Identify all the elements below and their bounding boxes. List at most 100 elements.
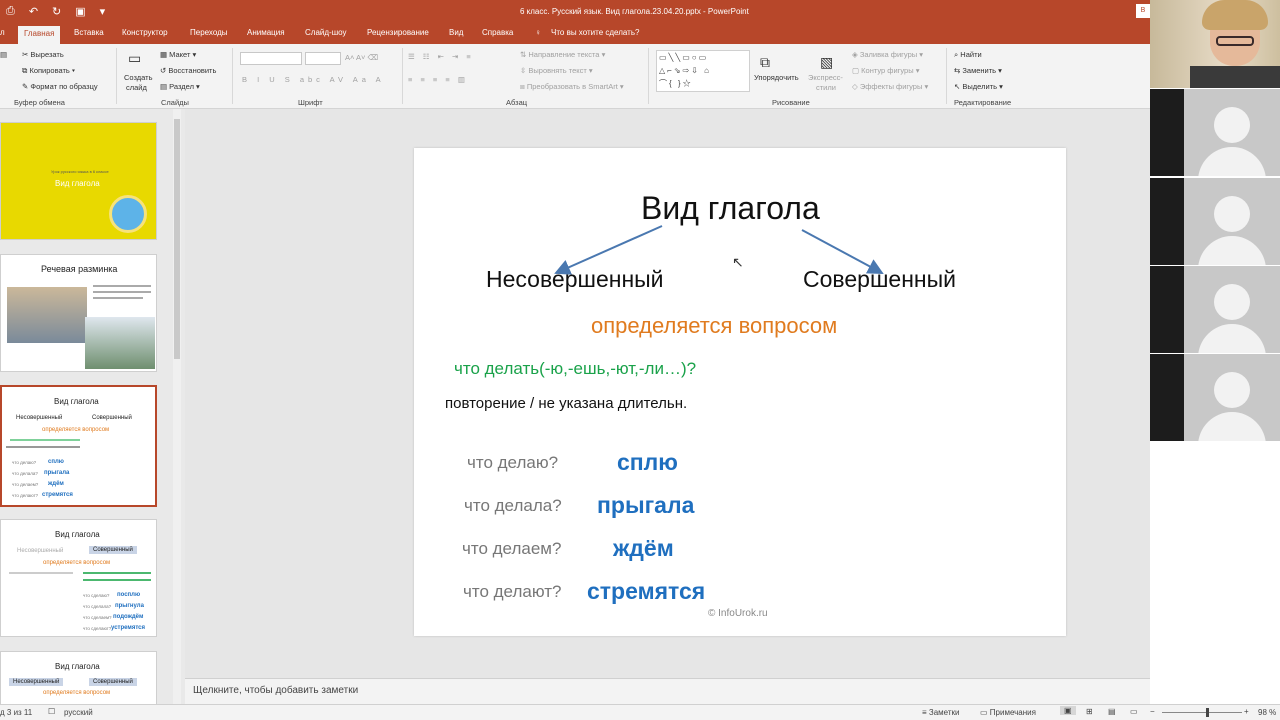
tab-design[interactable]: Конструктор (122, 28, 168, 44)
thumbnail-scroll-thumb[interactable] (174, 119, 180, 359)
green-question[interactable]: что делать(-ю,-ешь,-ют,-ли…)? (454, 359, 696, 379)
slide-thumbnail-3[interactable]: Вид глагола Несовершенный Совершенный оп… (0, 385, 157, 507)
thumb-question: что делают? (12, 493, 39, 498)
font-size-controls[interactable]: A˄ A˅ ⌫ (345, 53, 378, 62)
arrange-button[interactable]: Упорядочить (754, 73, 799, 82)
tab-transitions[interactable]: Переходы (190, 28, 228, 44)
text-direction-button[interactable]: ⇅ Направление текста ▾ (520, 50, 605, 59)
arrange-icon[interactable]: ⧉ (760, 54, 770, 71)
presenter-video (1150, 0, 1280, 88)
section-button[interactable]: ▤ Раздел ▾ (160, 82, 200, 91)
window-button[interactable]: В (1136, 4, 1150, 18)
thumb-right: Совершенный (89, 546, 137, 554)
reset-button[interactable]: ↺ Восстановить (160, 66, 216, 75)
zoom-in-button[interactable]: + (1244, 707, 1249, 716)
font-family-select[interactable] (240, 52, 302, 65)
question-3[interactable]: что делаем? (462, 539, 561, 559)
ribbon-tabs: л Главная Вставка Конструктор Переходы А… (0, 24, 1150, 44)
shape-outline-button[interactable]: ▢ Контур фигуры ▾ (852, 66, 919, 75)
tab-animations[interactable]: Анимация (247, 28, 285, 44)
zoom-level[interactable]: 98 % (1258, 708, 1276, 717)
slideshow-view-button[interactable]: ▭ (1130, 707, 1138, 716)
paste-icon[interactable]: ▤ (0, 50, 7, 59)
question-1[interactable]: что делаю? (467, 453, 558, 473)
globe-image (109, 195, 147, 233)
normal-view-button[interactable]: ▣ (1060, 706, 1076, 715)
answer-4[interactable]: стремятся (587, 578, 705, 605)
redo-icon[interactable]: ↻ (52, 5, 61, 18)
new-slide-label-2[interactable]: слайд (126, 83, 147, 92)
watermark: © InfoUrok.ru (708, 608, 768, 619)
zoom-out-button[interactable]: − (1150, 707, 1155, 716)
notes-toggle-button[interactable]: ≡ Заметки (922, 708, 960, 717)
group-label-paragraph: Абзац (506, 98, 528, 107)
tab-home[interactable]: Главная (18, 26, 61, 44)
shape-effects-button[interactable]: ◇ Эффекты фигуры ▾ (852, 82, 928, 91)
font-format-buttons[interactable]: B I U S abc AV Aa A (242, 75, 385, 84)
copy-button[interactable]: ⧉ Копировать ▾ (22, 66, 75, 76)
slide-thumbnail-2[interactable]: Речевая разминка (0, 254, 157, 372)
tell-me-search[interactable]: Что вы хотите сделать? (551, 28, 639, 44)
more-commands-icon[interactable]: ▾ (100, 5, 106, 18)
smartart-button[interactable]: ⧈ Преобразовать в SmartArt ▾ (520, 82, 624, 92)
notes-placeholder: Щелкните, чтобы добавить заметки (193, 685, 359, 696)
thumb-right: Совершенный (92, 415, 132, 421)
shapes-gallery[interactable]: ▭╲╲▭○▭ △⌐⇘⇨⇩ ⌂ ⌒{ }☆ (656, 50, 750, 92)
quick-styles-label-1[interactable]: Экспресс- (808, 73, 843, 82)
language-indicator[interactable]: русский (64, 708, 93, 717)
select-button[interactable]: ↖ Выделить ▾ (954, 82, 1003, 91)
slide-thumbnail-5[interactable]: Вид глагола Несовершенный Совершенный оп… (0, 651, 157, 711)
undo-icon[interactable]: ↶ (29, 5, 38, 18)
tab-review[interactable]: Рецензирование (367, 28, 429, 44)
save-icon[interactable]: ⎙ (6, 5, 15, 18)
repetition-note[interactable]: повторение / не указана длительн. (445, 395, 687, 412)
shape-fill-button[interactable]: ◈ Заливка фигуры ▾ (852, 50, 923, 59)
find-button[interactable]: ⌕ Найти (954, 50, 982, 60)
comments-toggle-button[interactable]: ▭ Примечания (980, 708, 1036, 717)
group-label-font: Шрифт (298, 98, 323, 107)
zoom-slider[interactable] (1162, 712, 1242, 713)
layout-button[interactable]: ▦ Макет ▾ (160, 50, 196, 59)
perfective-label[interactable]: Совершенный (803, 266, 956, 293)
slide-title[interactable]: Вид глагола (641, 190, 820, 227)
answer-1[interactable]: сплю (617, 449, 678, 476)
thumb-answer: прыгнула (115, 603, 144, 609)
new-slide-icon[interactable]: ▭ (128, 50, 141, 67)
notes-icon: ≡ (922, 708, 929, 717)
list-buttons[interactable]: ☰ ☷ ⇤ ⇥ ≡ (408, 52, 474, 61)
separator (648, 48, 649, 104)
tab-help[interactable]: Справка (482, 28, 513, 44)
answer-2[interactable]: прыгала (597, 492, 694, 519)
participant-video-2 (1150, 178, 1280, 265)
slide-thumbnail-1[interactable]: Урок русского языка в 6 классе Вид глаго… (0, 122, 157, 240)
user-avatar-icon (1214, 284, 1250, 320)
question-4[interactable]: что делают? (463, 582, 561, 602)
quick-styles-label-2[interactable]: стили (816, 83, 836, 92)
tab-file[interactable]: л (0, 28, 5, 44)
tab-slideshow[interactable]: Слайд-шоу (305, 28, 346, 44)
replace-button[interactable]: ⇆ Заменить ▾ (954, 66, 1002, 75)
slide-sorter-button[interactable]: ⊞ (1086, 707, 1093, 716)
font-size-select[interactable] (305, 52, 341, 65)
format-painter-button[interactable]: ✎ Формат по образцу (22, 82, 98, 91)
tab-insert[interactable]: Вставка (74, 28, 104, 44)
reading-view-button[interactable]: ▤ (1108, 707, 1116, 716)
notes-pane[interactable]: Щелкните, чтобы добавить заметки (185, 678, 1150, 704)
slide-editor[interactable]: Вид глагола Несовершенный Совершенный оп… (414, 148, 1066, 636)
start-slideshow-icon[interactable]: ▣ (75, 5, 85, 18)
align-text-button[interactable]: ⇳ Выровнять текст ▾ (520, 66, 593, 75)
align-buttons[interactable]: ≡ ≡ ≡ ≡ ▥ (408, 75, 468, 84)
tab-view[interactable]: Вид (449, 28, 463, 44)
slide-thumbnail-4[interactable]: Вид глагола Несовершенный Совершенный оп… (0, 519, 157, 637)
imperfective-label[interactable]: Несовершенный (486, 266, 664, 293)
zoom-slider-thumb[interactable] (1206, 708, 1209, 717)
spellcheck-icon[interactable]: ☐ (48, 707, 55, 716)
glasses-icon (1216, 36, 1254, 46)
quick-styles-icon[interactable]: ▧ (820, 54, 833, 71)
answer-3[interactable]: ждём (613, 535, 674, 562)
orange-heading[interactable]: определяется вопросом (591, 313, 837, 339)
new-slide-label-1[interactable]: Создать (124, 73, 153, 82)
lightbulb-icon: ♀ (535, 28, 541, 37)
cut-button[interactable]: ✂ Вырезать (22, 50, 64, 59)
question-2[interactable]: что делала? (464, 496, 562, 516)
